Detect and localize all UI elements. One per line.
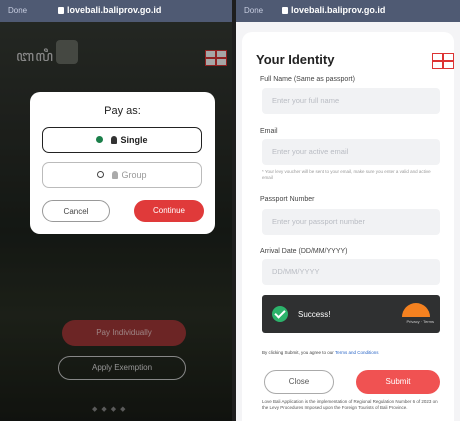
arrival-date-label: Arrival Date (DD/MM/YYYY): [260, 248, 348, 255]
lock-icon: [58, 7, 64, 14]
arrival-date-input[interactable]: DD/MM/YYYY: [262, 259, 440, 285]
uk-flag-icon[interactable]: [432, 53, 454, 69]
screenshot: Done lovebali.baliprov.go.id ꦧꦭꦶ Pay Ind…: [0, 0, 460, 421]
email-hint: * Your levy voucher will be sent to your…: [262, 169, 431, 180]
url-text: lovebali.baliprov.go.id: [291, 5, 386, 15]
option-single[interactable]: Single: [42, 127, 202, 153]
browser-done-button[interactable]: Done: [8, 6, 27, 15]
email-input[interactable]: Enter your active email: [262, 139, 440, 165]
radio-selected-icon: [96, 136, 104, 143]
captcha-widget[interactable]: Success! Privacy · Terms: [262, 295, 440, 333]
right-phone-screen: Done lovebali.baliprov.go.id Your Identi…: [236, 0, 460, 421]
user-icon: [111, 136, 118, 144]
passport-label: Passport Number: [260, 196, 315, 203]
option-group[interactable]: Group: [42, 162, 202, 188]
url-text: lovebali.baliprov.go.id: [67, 5, 162, 15]
option-single-label: Single: [120, 135, 148, 145]
browser-done-button[interactable]: Done: [244, 6, 263, 15]
footer-text: Love Bali Application is the implementat…: [262, 399, 438, 410]
close-button[interactable]: Close: [264, 370, 334, 394]
terms-link[interactable]: Terms and Conditions: [335, 350, 379, 355]
lock-icon: [282, 7, 288, 14]
browser-bar: Done lovebali.baliprov.go.id: [236, 0, 460, 22]
terms-notice: By clicking Submit, you agree to our Ter…: [262, 350, 440, 356]
captcha-links[interactable]: Privacy · Terms: [407, 319, 434, 324]
full-name-label: Full Name (Same as passport): [260, 76, 355, 83]
email-label: Email: [260, 128, 278, 135]
page-title: Your Identity: [256, 52, 335, 67]
group-icon: [112, 171, 119, 179]
cancel-button[interactable]: Cancel: [42, 200, 110, 222]
modal-title: Pay as:: [104, 105, 141, 117]
terms-text: By clicking Submit, you agree to our: [262, 350, 334, 355]
submit-button[interactable]: Submit: [356, 370, 440, 394]
check-icon: [272, 306, 288, 322]
radio-unselected-icon: [97, 171, 105, 178]
cloudflare-logo-icon: [402, 303, 430, 317]
captcha-status: Success!: [298, 310, 331, 319]
url-bar[interactable]: lovebali.baliprov.go.id: [282, 5, 385, 15]
pay-as-modal: Pay as: Single Group Cancel Continue: [30, 92, 215, 234]
passport-input[interactable]: Enter your passport number: [262, 209, 440, 235]
option-group-label: Group: [121, 170, 147, 180]
url-bar[interactable]: lovebali.baliprov.go.id: [58, 5, 161, 15]
full-name-input[interactable]: Enter your full name: [262, 88, 440, 114]
browser-bar: Done lovebali.baliprov.go.id: [0, 0, 232, 22]
continue-button[interactable]: Continue: [134, 200, 204, 222]
left-phone-screen: Done lovebali.baliprov.go.id ꦧꦭꦶ Pay Ind…: [0, 0, 232, 421]
